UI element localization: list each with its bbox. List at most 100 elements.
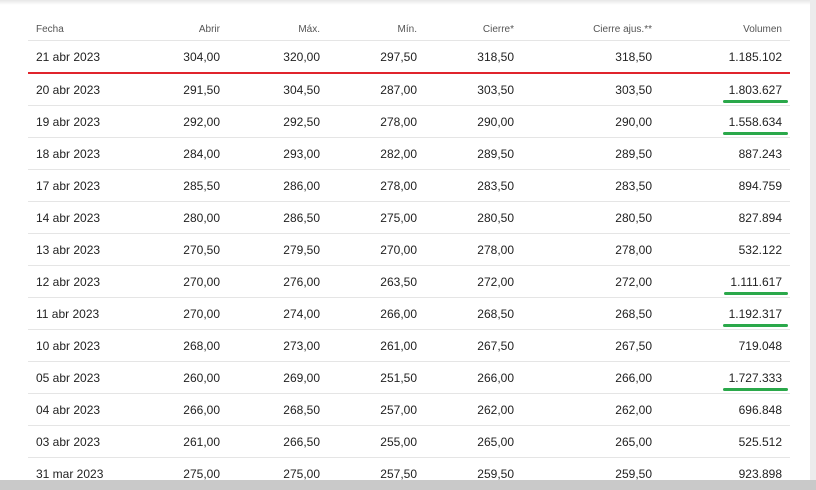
cell-close: 289,50: [425, 137, 522, 170]
table-row: 04 abr 2023 266,00 268,50 257,00 262,00 262,0…: [28, 393, 790, 426]
cell-volume: 827.894: [660, 201, 790, 234]
cell-low: 282,00: [328, 137, 425, 170]
cell-open: 270,50: [138, 233, 228, 266]
cell-date: 31 mar 2023: [28, 457, 138, 480]
header-open: Abrir: [138, 18, 228, 41]
cell-date: 20 abr 2023: [28, 73, 138, 106]
volume-value: 887.243: [738, 146, 782, 161]
cell-date: 03 abr 2023: [28, 425, 138, 458]
cell-date: 13 abr 2023: [28, 233, 138, 266]
cell-low: 255,00: [328, 425, 425, 458]
cell-high: 268,50: [228, 393, 328, 426]
cell-open: 292,00: [138, 105, 228, 138]
cell-adj-close: 283,50: [522, 169, 660, 202]
cell-date: 18 abr 2023: [28, 137, 138, 170]
volume-value: 525.512: [738, 434, 782, 449]
cell-open: 266,00: [138, 393, 228, 426]
cell-date: 10 abr 2023: [28, 329, 138, 362]
cell-open: 261,00: [138, 425, 228, 458]
cell-high: 304,50: [228, 73, 328, 106]
table-row: 05 abr 2023 260,00 269,00 251,50 266,00 266,0…: [28, 361, 790, 394]
cell-high: 273,00: [228, 329, 328, 362]
cell-open: 275,00: [138, 457, 228, 480]
volume-value: 696.848: [738, 402, 782, 417]
cell-close: 280,50: [425, 201, 522, 234]
cell-adj-close: 267,50: [522, 329, 660, 362]
table-row: 13 abr 2023 270,50 279,50 270,00 278,00 278,0…: [28, 233, 790, 266]
cell-high: 266,50: [228, 425, 328, 458]
cell-adj-close: 262,00: [522, 393, 660, 426]
volume-value: 827.894: [738, 210, 782, 225]
table-row: 10 abr 2023 268,00 273,00 261,00 267,50 267,5…: [28, 329, 790, 362]
cell-high: 293,00: [228, 137, 328, 170]
cell-high: 320,00: [228, 40, 328, 74]
cell-low: 275,00: [328, 201, 425, 234]
cell-high: 286,50: [228, 201, 328, 234]
cell-open: 304,00: [138, 40, 228, 74]
volume-value: 532.122: [738, 242, 782, 257]
cell-adj-close: 289,50: [522, 137, 660, 170]
cell-volume: 1.185.102: [660, 40, 790, 74]
cell-low: 251,50: [328, 361, 425, 394]
cell-open: 285,50: [138, 169, 228, 202]
horizontal-scrollbar[interactable]: [0, 480, 816, 490]
historical-prices-table: Fecha Abrir Máx. Mín. Cierre* Cierre aju…: [28, 18, 790, 480]
cell-high: 292,50: [228, 105, 328, 138]
cell-close: 303,50: [425, 73, 522, 106]
table-row: 18 abr 2023 284,00 293,00 282,00 289,50 289,5…: [28, 137, 790, 170]
table-row: 11 abr 2023 270,00 274,00 266,00 268,50 268,5…: [28, 297, 790, 330]
table-row: 12 abr 2023 270,00 276,00 263,50 272,00 272,0…: [28, 265, 790, 298]
cell-date: 21 abr 2023: [28, 40, 138, 74]
volume-value-highlighted: 1.192.317: [722, 306, 789, 327]
cell-volume: 1.803.627: [660, 73, 790, 106]
header-volume: Volumen: [660, 18, 790, 41]
cell-close: 283,50: [425, 169, 522, 202]
table-row: 03 abr 2023 261,00 266,50 255,00 265,00 265,0…: [28, 425, 790, 458]
table-row: 17 abr 2023 285,50 286,00 278,00 283,50 283,5…: [28, 169, 790, 202]
cell-high: 276,00: [228, 265, 328, 298]
cell-date: 05 abr 2023: [28, 361, 138, 394]
cell-volume: 1.111.617: [660, 265, 790, 298]
cell-low: 266,00: [328, 297, 425, 330]
cell-volume: 1.192.317: [660, 297, 790, 330]
cell-close: 318,50: [425, 40, 522, 74]
page: Fecha Abrir Máx. Mín. Cierre* Cierre aju…: [0, 0, 810, 480]
volume-value-highlighted: 1.111.617: [724, 274, 788, 295]
volume-value: 719.048: [738, 338, 782, 353]
cell-date: 04 abr 2023: [28, 393, 138, 426]
cell-close: 262,00: [425, 393, 522, 426]
volume-value: 894.759: [738, 178, 782, 193]
cell-low: 261,00: [328, 329, 425, 362]
cell-date: 17 abr 2023: [28, 169, 138, 202]
cell-high: 279,50: [228, 233, 328, 266]
cell-close: 278,00: [425, 233, 522, 266]
cell-close: 290,00: [425, 105, 522, 138]
cell-low: 287,00: [328, 73, 425, 106]
table-header-row: Fecha Abrir Máx. Mín. Cierre* Cierre aju…: [28, 18, 790, 41]
volume-value: 1.185.102: [728, 49, 782, 64]
cell-date: 19 abr 2023: [28, 105, 138, 138]
volume-value-highlighted: 1.803.627: [722, 82, 789, 103]
cell-low: 278,00: [328, 169, 425, 202]
volume-value-highlighted: 1.558.634: [722, 114, 789, 135]
cell-close: 267,50: [425, 329, 522, 362]
cell-volume: 696.848: [660, 393, 790, 426]
cell-high: 286,00: [228, 169, 328, 202]
cell-volume: 887.243: [660, 137, 790, 170]
cell-date: 14 abr 2023: [28, 201, 138, 234]
cell-adj-close: 265,00: [522, 425, 660, 458]
table-row: 20 abr 2023 291,50 304,50 287,00 303,50 303,5…: [28, 73, 790, 106]
table-row: 31 mar 2023 275,00 275,00 257,50 259,50 259,5…: [28, 457, 790, 480]
cell-close: 266,00: [425, 361, 522, 394]
cell-adj-close: 290,00: [522, 105, 660, 138]
cell-low: 257,00: [328, 393, 425, 426]
cell-volume: 923.898: [660, 457, 790, 480]
top-shadow: [0, 0, 810, 5]
cell-volume: 1.558.634: [660, 105, 790, 138]
cell-low: 278,00: [328, 105, 425, 138]
cell-open: 268,00: [138, 329, 228, 362]
cell-close: 259,50: [425, 457, 522, 480]
cell-high: 275,00: [228, 457, 328, 480]
cell-adj-close: 278,00: [522, 233, 660, 266]
header-adj-close: Cierre ajus.**: [522, 18, 660, 41]
